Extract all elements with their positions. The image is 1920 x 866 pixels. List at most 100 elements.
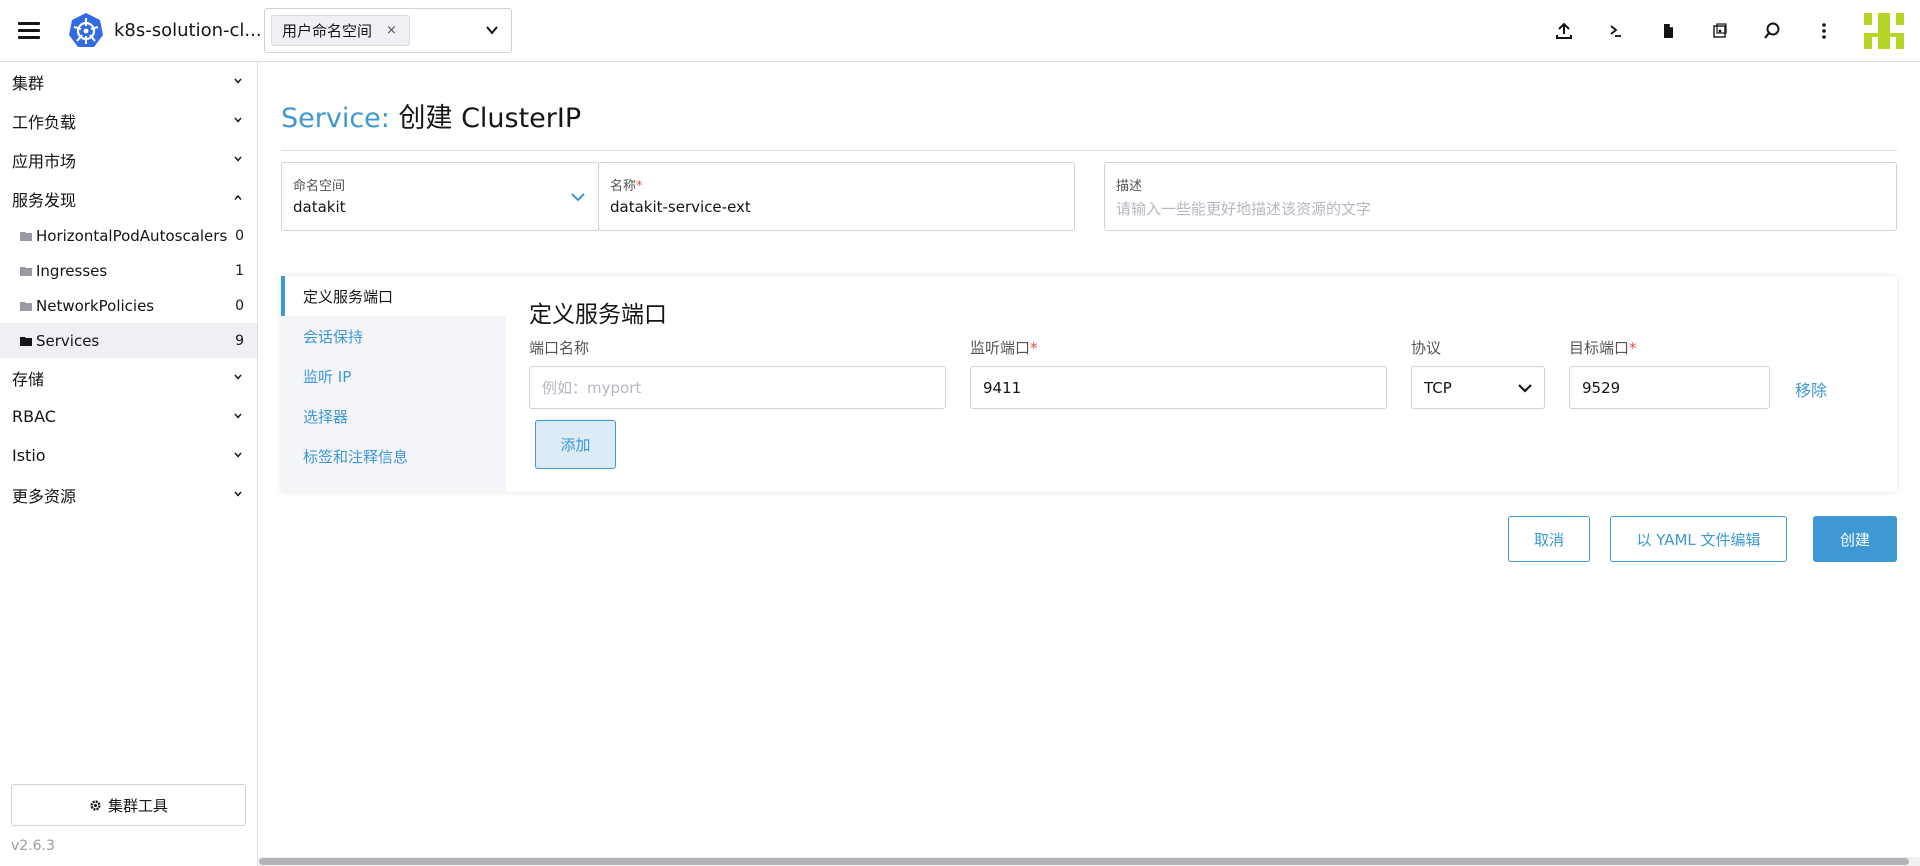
divider xyxy=(281,150,1897,151)
nav-group-label: 服务发现 xyxy=(12,190,77,210)
scrollbar-thumb[interactable] xyxy=(259,858,1909,865)
nav-group-storage[interactable]: 存储 xyxy=(0,358,257,397)
tab-listen-ip[interactable]: 监听 IP xyxy=(281,356,506,396)
sidebar-item-label: Services xyxy=(36,331,100,350)
description-field[interactable]: 描述 请输入一些能更好地描述该资源的文字 xyxy=(1104,162,1897,231)
chevron-up-icon xyxy=(234,194,242,200)
search-icon xyxy=(1764,22,1780,39)
avatar[interactable] xyxy=(1864,13,1904,49)
sidebar-item-label: Ingresses xyxy=(36,261,108,280)
nav-group-cluster[interactable]: 集群 xyxy=(0,62,257,101)
description-label: 描述 xyxy=(1116,179,1143,194)
folder-open-icon xyxy=(20,336,32,346)
service-ports-content: 定义服务端口 端口名称 监听端口* 协议 目标端口* 例如：myport 941… xyxy=(529,276,1897,492)
item-count: 0 xyxy=(235,227,244,244)
namespace-value: datakit xyxy=(293,198,346,216)
cancel-button[interactable]: 取消 xyxy=(1508,516,1590,562)
nav-group-label: 更多资源 xyxy=(12,486,77,506)
import-yaml-icon xyxy=(1556,22,1572,39)
chip-close-icon[interactable]: × xyxy=(386,23,397,38)
nav-group-label: RBAC xyxy=(12,407,56,426)
download-kubeconfig-button[interactable] xyxy=(1642,0,1694,62)
page-title-resource[interactable]: Service: xyxy=(281,103,390,134)
sidebar-item-label: HorizontalPodAutoscalers xyxy=(36,226,228,245)
more-icon xyxy=(1822,23,1826,39)
chevron-down-icon xyxy=(234,413,242,419)
required-mark: * xyxy=(1629,339,1637,357)
listen-port-label-text: 监听端口 xyxy=(970,339,1031,357)
name-label-text: 名称 xyxy=(610,179,637,194)
tab-session-affinity[interactable]: 会话保持 xyxy=(281,316,506,356)
menu-icon[interactable] xyxy=(18,19,42,41)
chevron-down-icon xyxy=(234,452,242,458)
create-button[interactable]: 创建 xyxy=(1813,516,1897,562)
nav-group-workloads[interactable]: 工作负载 xyxy=(0,101,257,140)
nav-group-apps[interactable]: 应用市场 xyxy=(0,140,257,179)
protocol-label: 协议 xyxy=(1411,339,1442,357)
remove-port-button[interactable]: 移除 xyxy=(1795,377,1827,401)
section-title: 定义服务端口 xyxy=(529,302,667,328)
namespace-chip-label: 用户命名空间 xyxy=(282,22,373,40)
protocol-value: TCP xyxy=(1424,378,1452,397)
protocol-select[interactable]: TCP xyxy=(1411,366,1545,409)
namespace-label: 命名空间 xyxy=(293,179,346,194)
namespace-filter[interactable]: 用户命名空间 × xyxy=(264,8,512,53)
item-count: 9 xyxy=(235,332,244,349)
nav-group-istio[interactable]: Istio xyxy=(0,436,257,475)
gear-icon xyxy=(90,799,101,811)
page-title-action: 创建 ClusterIP xyxy=(398,103,582,134)
namespace-select[interactable]: 命名空间 datakit xyxy=(281,162,599,231)
more-button[interactable] xyxy=(1798,0,1850,62)
port-name-input[interactable]: 例如：myport xyxy=(529,366,946,409)
chevron-down-icon xyxy=(234,117,242,123)
nav-group-rbac[interactable]: RBAC xyxy=(0,397,257,436)
chevron-down-icon xyxy=(1518,384,1532,393)
tab-selectors[interactable]: 选择器 xyxy=(281,396,506,436)
copy-kubeconfig-button[interactable] xyxy=(1694,0,1746,62)
kubectl-shell-icon xyxy=(1610,25,1621,37)
sidebar-item-network-policies[interactable]: NetworkPolicies 0 xyxy=(0,288,257,323)
folder-icon xyxy=(20,231,32,241)
kubeconfig-icon xyxy=(1664,24,1673,38)
page-title: Service: 创建 ClusterIP xyxy=(281,96,581,135)
target-port-label-text: 目标端口 xyxy=(1569,339,1630,357)
cluster-name[interactable]: k8s-solution-cl... xyxy=(114,20,262,41)
nav-group-more-resources[interactable]: 更多资源 xyxy=(0,475,257,514)
chevron-down-icon xyxy=(234,78,242,84)
side-tabs: 定义服务端口 会话保持 监听 IP 选择器 标签和注释信息 xyxy=(281,276,506,492)
chevron-down-icon xyxy=(234,374,242,380)
nav-group-label: 存储 xyxy=(12,369,45,389)
tab-labels-annotations[interactable]: 标签和注释信息 xyxy=(281,436,506,476)
target-port-label: 目标端口* xyxy=(1569,337,1637,358)
description-placeholder: 请输入一些能更好地描述该资源的文字 xyxy=(1116,200,1372,218)
cluster-tools-button[interactable]: 集群工具 xyxy=(11,784,246,826)
chevron-down-icon[interactable] xyxy=(485,23,499,37)
sidebar-item-hpa[interactable]: HorizontalPodAutoscalers 0 xyxy=(0,218,257,253)
name-value: datakit-service-ext xyxy=(610,198,751,216)
sidebar-item-services[interactable]: Services 9 xyxy=(0,323,257,358)
required-mark: * xyxy=(636,179,643,194)
namespace-chip: 用户命名空间 × xyxy=(271,15,410,46)
kubectl-shell-button[interactable] xyxy=(1590,0,1642,62)
chevron-down-icon xyxy=(571,193,585,202)
name-label: 名称* xyxy=(610,175,643,194)
edit-as-yaml-button[interactable]: 以 YAML 文件编辑 xyxy=(1610,516,1787,562)
listen-port-input[interactable]: 9411 xyxy=(970,366,1387,409)
cluster-tools-label: 集群工具 xyxy=(107,796,168,815)
import-yaml-button[interactable] xyxy=(1538,0,1590,62)
nav-group-label: Istio xyxy=(12,446,46,465)
nav-group-service-discovery[interactable]: 服务发现 xyxy=(0,179,257,218)
name-field[interactable]: 名称* datakit-service-ext xyxy=(598,162,1075,231)
tab-service-ports[interactable]: 定义服务端口 xyxy=(281,276,506,316)
main-content: Service: 创建 ClusterIP 命名空间 datakit 名称* d… xyxy=(258,62,1920,866)
sidebar-item-ingresses[interactable]: Ingresses 1 xyxy=(0,253,257,288)
sidebar-item-label: NetworkPolicies xyxy=(36,296,155,315)
kubernetes-logo-icon xyxy=(69,13,103,47)
chevron-down-icon xyxy=(234,156,242,162)
nav-group-label: 工作负载 xyxy=(12,112,77,132)
item-count: 1 xyxy=(235,262,244,279)
horizontal-scrollbar[interactable] xyxy=(258,857,1920,866)
target-port-input[interactable]: 9529 xyxy=(1569,366,1770,409)
add-port-button[interactable]: 添加 xyxy=(535,420,616,469)
search-button[interactable] xyxy=(1746,0,1798,62)
